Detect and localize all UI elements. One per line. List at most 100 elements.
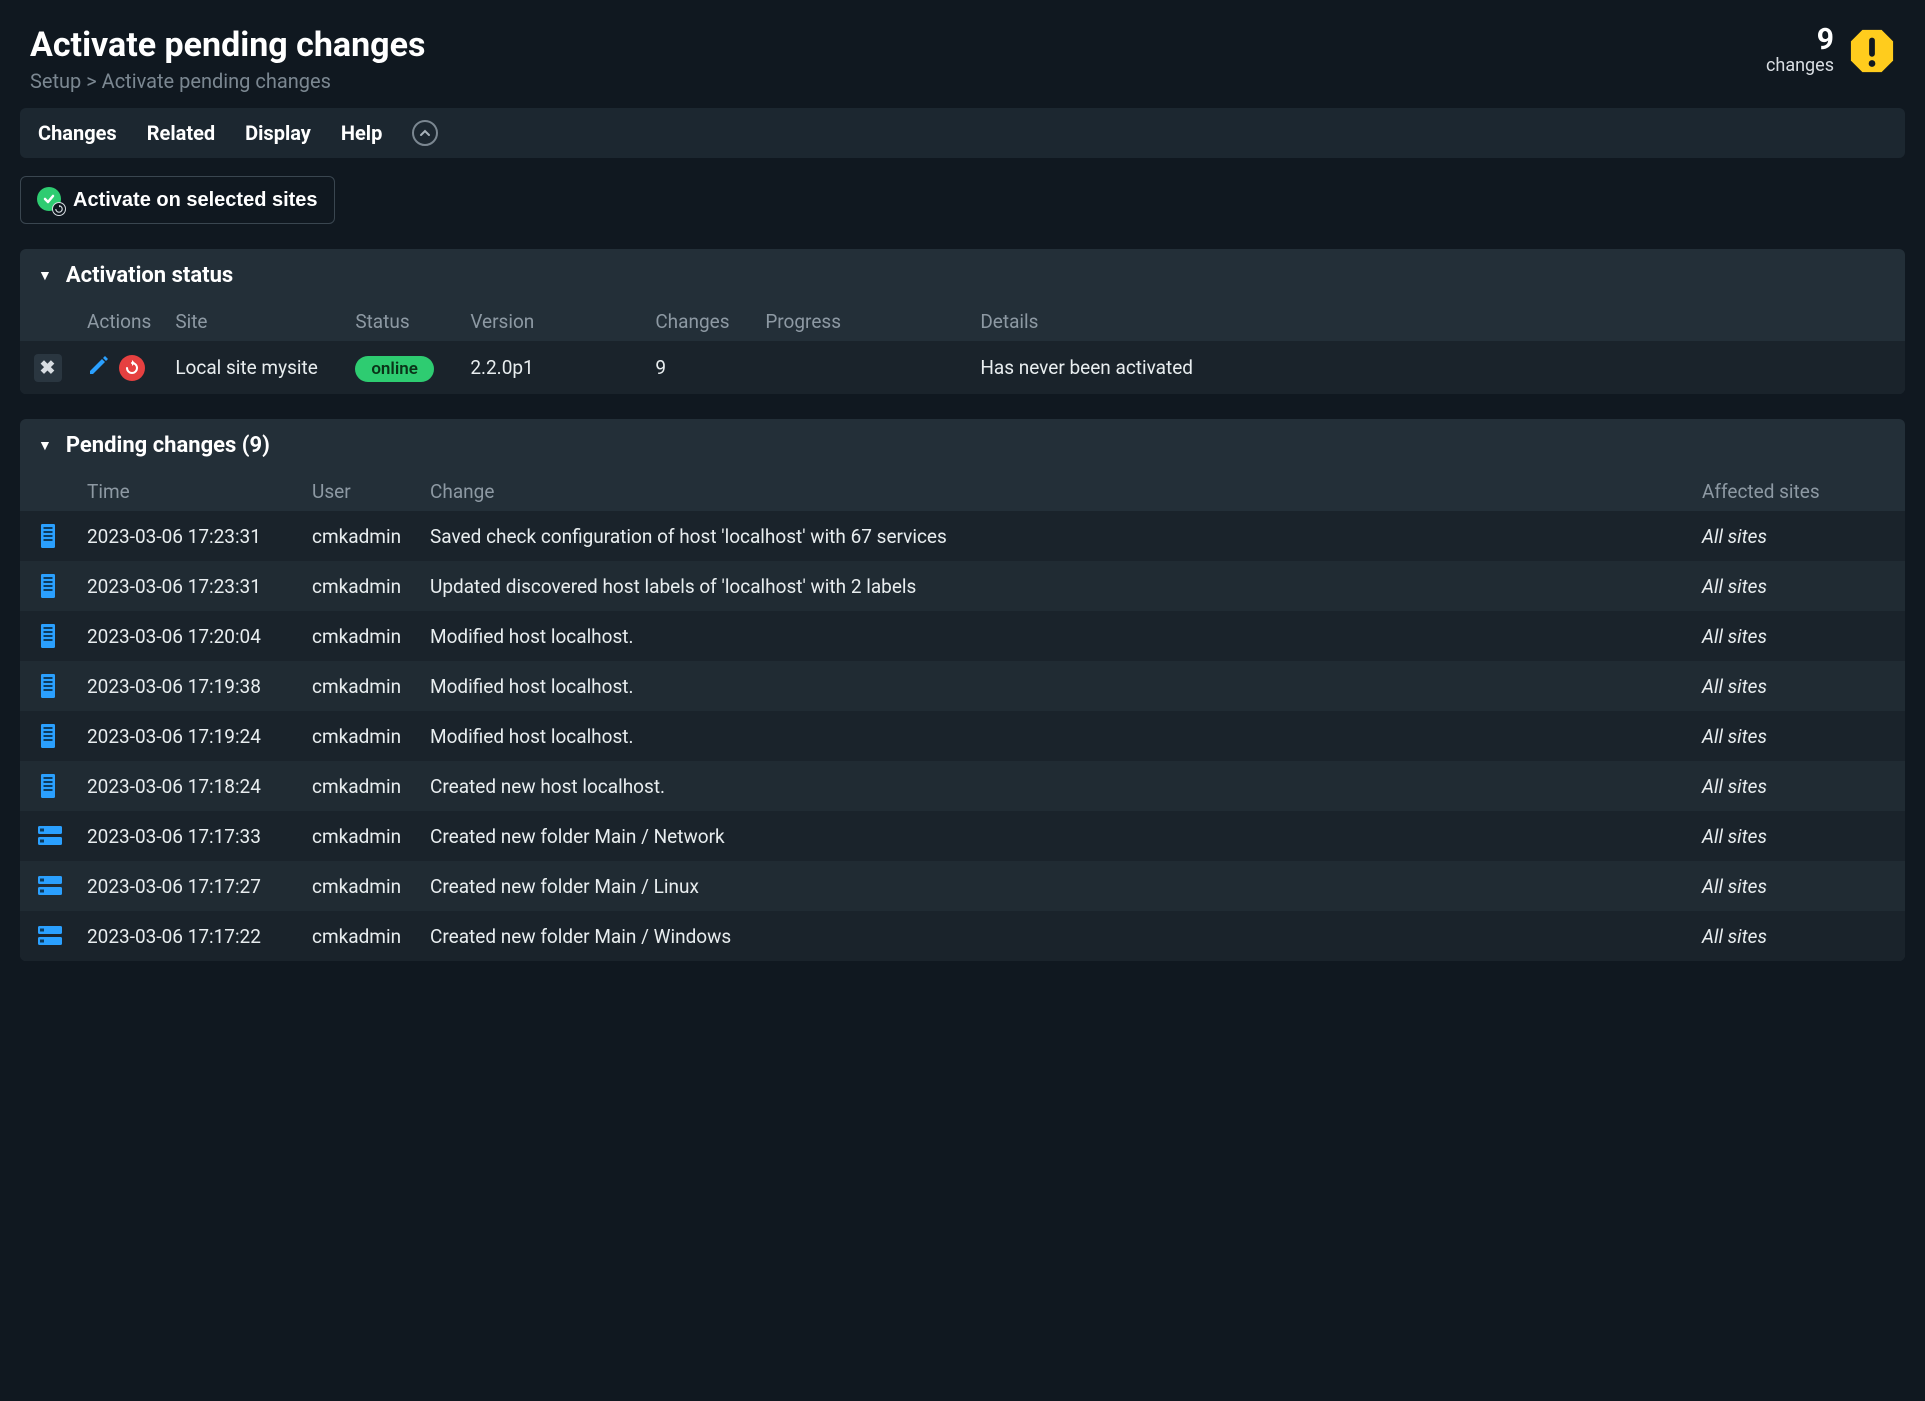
col-details: Details (968, 302, 1905, 341)
change-time: 2023-03-06 17:23:31 (75, 511, 300, 561)
change-text: Modified host localhost. (418, 661, 1690, 711)
change-time: 2023-03-06 17:17:33 (75, 811, 300, 861)
change-text: Created new host localhost. (418, 761, 1690, 811)
table-row: 2023-03-06 17:17:22cmkadminCreated new f… (20, 911, 1905, 961)
activate-on-selected-sites-button[interactable]: Activate on selected sites (20, 176, 335, 224)
header-right: 9 changes (1766, 25, 1895, 76)
affected-sites: All sites (1690, 761, 1905, 811)
change-user: cmkadmin (300, 861, 418, 911)
change-time: 2023-03-06 17:23:31 (75, 561, 300, 611)
menu-changes[interactable]: Changes (38, 121, 117, 145)
host-icon (37, 623, 59, 649)
change-user: cmkadmin (300, 761, 418, 811)
menu-help[interactable]: Help (341, 121, 382, 145)
change-user: cmkadmin (300, 911, 418, 961)
change-text: Created new folder Main / Windows (418, 911, 1690, 961)
col-change: Change (418, 472, 1690, 511)
folder-icon (37, 923, 59, 949)
page-header: Activate pending changes Setup > Activat… (20, 20, 1905, 108)
chevron-down-icon: ▼ (38, 437, 52, 454)
change-text: Saved check configuration of host 'local… (418, 511, 1690, 561)
menu-related[interactable]: Related (147, 121, 215, 145)
changes-value: 9 (643, 341, 753, 394)
menubar: Changes Related Display Help (20, 108, 1905, 158)
affected-sites: All sites (1690, 811, 1905, 861)
col-user: User (300, 472, 418, 511)
affected-sites: All sites (1690, 561, 1905, 611)
host-icon (37, 573, 59, 599)
col-blank (20, 302, 75, 341)
host-icon (37, 723, 59, 749)
change-text: Updated discovered host labels of 'local… (418, 561, 1690, 611)
change-text: Created new folder Main / Linux (418, 861, 1690, 911)
change-text: Created new folder Main / Network (418, 811, 1690, 861)
change-user: cmkadmin (300, 661, 418, 711)
affected-sites: All sites (1690, 661, 1905, 711)
chevron-down-icon: ▼ (38, 267, 52, 284)
warning-icon[interactable] (1849, 28, 1895, 74)
folder-icon (37, 873, 59, 899)
col-blank (20, 472, 75, 511)
table-row: 2023-03-06 17:18:24cmkadminCreated new h… (20, 761, 1905, 811)
host-icon (37, 673, 59, 699)
page-title: Activate pending changes (30, 25, 425, 65)
change-text: Modified host localhost. (418, 611, 1690, 661)
col-time: Time (75, 472, 300, 511)
affected-sites: All sites (1690, 511, 1905, 561)
change-time: 2023-03-06 17:17:22 (75, 911, 300, 961)
change-time: 2023-03-06 17:17:27 (75, 861, 300, 911)
activation-status-panel: ▼ Activation status Actions Site Status … (20, 249, 1905, 394)
pending-changes-title: Pending changes (9) (66, 433, 270, 458)
activate-icon (37, 187, 63, 213)
pending-changes-header[interactable]: ▼ Pending changes (9) (20, 419, 1905, 472)
host-icon (37, 523, 59, 549)
col-progress: Progress (753, 302, 968, 341)
activation-status-title: Activation status (66, 263, 233, 288)
folder-icon (37, 823, 59, 849)
changes-badge[interactable]: 9 changes (1766, 25, 1834, 76)
table-row: 2023-03-06 17:19:38cmkadminModified host… (20, 661, 1905, 711)
table-row: 2023-03-06 17:20:04cmkadminModified host… (20, 611, 1905, 661)
table-row: 2023-03-06 17:19:24cmkadminModified host… (20, 711, 1905, 761)
restart-icon[interactable] (119, 355, 145, 381)
changes-label: changes (1766, 55, 1834, 76)
status-badge: online (355, 356, 434, 382)
deselect-icon[interactable]: ✖ (34, 354, 62, 382)
pending-changes-panel: ▼ Pending changes (9) Time User Change A… (20, 419, 1905, 961)
change-text: Modified host localhost. (418, 711, 1690, 761)
col-affected: Affected sites (1690, 472, 1905, 511)
change-user: cmkadmin (300, 561, 418, 611)
col-version: Version (458, 302, 643, 341)
change-user: cmkadmin (300, 511, 418, 561)
breadcrumb[interactable]: Setup > Activate pending changes (30, 69, 425, 93)
affected-sites: All sites (1690, 911, 1905, 961)
table-row: 2023-03-06 17:17:33cmkadminCreated new f… (20, 811, 1905, 861)
table-row: 2023-03-06 17:23:31cmkadminSaved check c… (20, 511, 1905, 561)
col-site: Site (163, 302, 343, 341)
affected-sites: All sites (1690, 711, 1905, 761)
details-value: Has never been activated (968, 341, 1905, 394)
edit-icon[interactable] (87, 353, 111, 382)
change-time: 2023-03-06 17:19:38 (75, 661, 300, 711)
activation-status-header[interactable]: ▼ Activation status (20, 249, 1905, 302)
activation-row: ✖ Local site mysite online 2.2.0p1 9 (20, 341, 1905, 394)
menu-display[interactable]: Display (245, 121, 311, 145)
affected-sites: All sites (1690, 861, 1905, 911)
affected-sites: All sites (1690, 611, 1905, 661)
table-row: 2023-03-06 17:23:31cmkadminUpdated disco… (20, 561, 1905, 611)
table-row: 2023-03-06 17:17:27cmkadminCreated new f… (20, 861, 1905, 911)
change-time: 2023-03-06 17:20:04 (75, 611, 300, 661)
change-time: 2023-03-06 17:19:24 (75, 711, 300, 761)
change-user: cmkadmin (300, 811, 418, 861)
collapse-toggle-icon[interactable] (412, 120, 438, 146)
activation-status-table: Actions Site Status Version Changes Prog… (20, 302, 1905, 394)
change-time: 2023-03-06 17:18:24 (75, 761, 300, 811)
col-changes: Changes (643, 302, 753, 341)
pending-changes-table: Time User Change Affected sites 2023-03-… (20, 472, 1905, 961)
progress-value (753, 341, 968, 394)
activate-button-label: Activate on selected sites (73, 189, 318, 212)
header-left: Activate pending changes Setup > Activat… (30, 25, 425, 93)
host-icon (37, 773, 59, 799)
col-status: Status (343, 302, 458, 341)
col-actions: Actions (75, 302, 163, 341)
